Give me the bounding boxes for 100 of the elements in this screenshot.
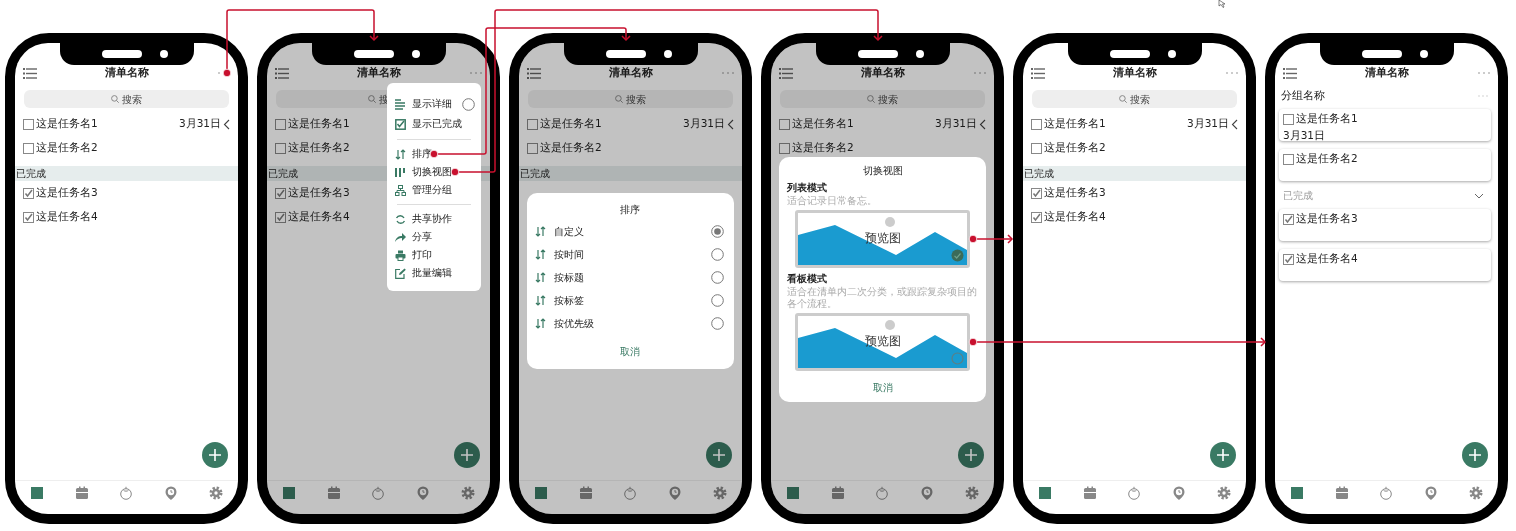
- menu-item[interactable]: 分享: [395, 230, 432, 244]
- chevron-left-icon[interactable]: [1231, 118, 1238, 130]
- settings-icon[interactable]: [460, 486, 475, 500]
- preview-card[interactable]: 预览图: [795, 210, 970, 268]
- settings-icon[interactable]: [964, 486, 979, 500]
- checkbox[interactable]: [275, 211, 286, 223]
- task-card[interactable]: 这是任务名3: [1279, 209, 1491, 241]
- timer-icon[interactable]: [623, 486, 638, 500]
- checkbox[interactable]: [23, 187, 34, 199]
- calendar-icon[interactable]: [326, 486, 341, 500]
- preview-card[interactable]: 预览图: [795, 313, 970, 371]
- toggle[interactable]: [462, 97, 475, 111]
- checkbox[interactable]: [1031, 118, 1042, 130]
- menu-item[interactable]: 批量编辑: [395, 266, 452, 280]
- location-pin-icon[interactable]: [920, 486, 935, 500]
- checkbox[interactable]: [275, 142, 286, 154]
- checkbox[interactable]: [527, 142, 538, 154]
- location-pin-icon[interactable]: [1172, 486, 1187, 500]
- location-pin-icon[interactable]: [668, 486, 683, 500]
- timer-icon[interactable]: [1379, 486, 1394, 500]
- checkbox[interactable]: [23, 118, 34, 130]
- menu-item[interactable]: 共享协作: [395, 212, 452, 226]
- task-card[interactable]: 这是任务名2: [1279, 149, 1491, 181]
- sort-option[interactable]: 按标题: [554, 270, 584, 285]
- square-icon[interactable]: [534, 486, 549, 500]
- settings-icon[interactable]: [1468, 486, 1483, 500]
- settings-icon[interactable]: [208, 486, 223, 500]
- menu-item[interactable]: 管理分组: [395, 183, 452, 197]
- location-pin-icon[interactable]: [164, 486, 179, 500]
- checkbox[interactable]: [1283, 253, 1294, 265]
- cancel-button[interactable]: 取消: [866, 379, 899, 397]
- timer-icon[interactable]: [1127, 486, 1142, 500]
- radio-button[interactable]: [711, 225, 724, 238]
- task-card[interactable]: 这是任务名1 3月31日: [1279, 109, 1491, 141]
- search-field[interactable]: 搜索: [780, 90, 985, 108]
- checkbox[interactable]: [1031, 142, 1042, 154]
- calendar-icon[interactable]: [74, 486, 89, 500]
- checkbox[interactable]: [1283, 213, 1294, 225]
- checkbox[interactable]: [527, 118, 538, 130]
- chevron-left-icon[interactable]: [223, 118, 230, 130]
- task-card[interactable]: 这是任务名4: [1279, 249, 1491, 281]
- chevron-down-icon[interactable]: [1474, 193, 1484, 199]
- menu-item[interactable]: 切换视图: [395, 165, 452, 179]
- checkbox[interactable]: [1283, 113, 1294, 125]
- square-icon[interactable]: [1038, 486, 1053, 500]
- sort-option[interactable]: 按标签: [554, 293, 584, 308]
- radio-button[interactable]: [711, 317, 724, 330]
- radio-button[interactable]: [711, 248, 724, 261]
- checkbox[interactable]: [1283, 153, 1294, 165]
- menu-item[interactable]: 显示已完成: [395, 117, 462, 131]
- cancel-button[interactable]: 取消: [613, 343, 646, 361]
- list-icon[interactable]: [23, 67, 37, 79]
- checkbox[interactable]: [1031, 187, 1042, 199]
- add-button[interactable]: [202, 442, 228, 468]
- search-field[interactable]: 搜索: [528, 90, 733, 108]
- list-icon[interactable]: [1283, 67, 1297, 79]
- checkbox[interactable]: [779, 142, 790, 154]
- checkbox[interactable]: [779, 118, 790, 130]
- add-button[interactable]: [454, 442, 480, 468]
- search-field[interactable]: 搜索: [24, 90, 229, 108]
- timer-icon[interactable]: [371, 486, 386, 500]
- sort-option[interactable]: 按时间: [554, 247, 584, 262]
- settings-icon[interactable]: [1216, 486, 1231, 500]
- checkbox[interactable]: [275, 118, 286, 130]
- radio-button[interactable]: [711, 271, 724, 284]
- menu-item[interactable]: 排序: [395, 147, 432, 161]
- list-icon[interactable]: [779, 67, 793, 79]
- square-icon[interactable]: [1290, 486, 1305, 500]
- add-button[interactable]: [706, 442, 732, 468]
- square-icon[interactable]: [30, 486, 45, 500]
- calendar-icon[interactable]: [578, 486, 593, 500]
- list-icon[interactable]: [527, 67, 541, 79]
- calendar-icon[interactable]: [1334, 486, 1349, 500]
- check-circle-icon[interactable]: [951, 249, 964, 262]
- radio-button[interactable]: [711, 294, 724, 307]
- settings-icon[interactable]: [712, 486, 727, 500]
- list-icon[interactable]: [1031, 67, 1045, 79]
- location-pin-icon[interactable]: [416, 486, 431, 500]
- list-icon[interactable]: [275, 67, 289, 79]
- add-button[interactable]: [958, 442, 984, 468]
- square-icon[interactable]: [282, 486, 297, 500]
- timer-icon[interactable]: [875, 486, 890, 500]
- chevron-left-icon[interactable]: [727, 118, 734, 130]
- add-button[interactable]: [1210, 442, 1236, 468]
- sort-option[interactable]: 自定义: [554, 224, 584, 239]
- menu-item[interactable]: 显示详细: [395, 97, 452, 111]
- chevron-left-icon[interactable]: [979, 118, 986, 130]
- square-icon[interactable]: [786, 486, 801, 500]
- timer-icon[interactable]: [119, 486, 134, 500]
- calendar-icon[interactable]: [830, 486, 845, 500]
- add-button[interactable]: [1462, 442, 1488, 468]
- sort-option[interactable]: 按优先级: [554, 316, 594, 331]
- checkbox[interactable]: [1031, 211, 1042, 223]
- checkbox[interactable]: [23, 142, 34, 154]
- location-pin-icon[interactable]: [1424, 486, 1439, 500]
- calendar-icon[interactable]: [1082, 486, 1097, 500]
- checkbox[interactable]: [275, 187, 286, 199]
- search-field[interactable]: 搜索: [1032, 90, 1237, 108]
- menu-item[interactable]: 打印: [395, 248, 432, 262]
- checkbox[interactable]: [23, 211, 34, 223]
